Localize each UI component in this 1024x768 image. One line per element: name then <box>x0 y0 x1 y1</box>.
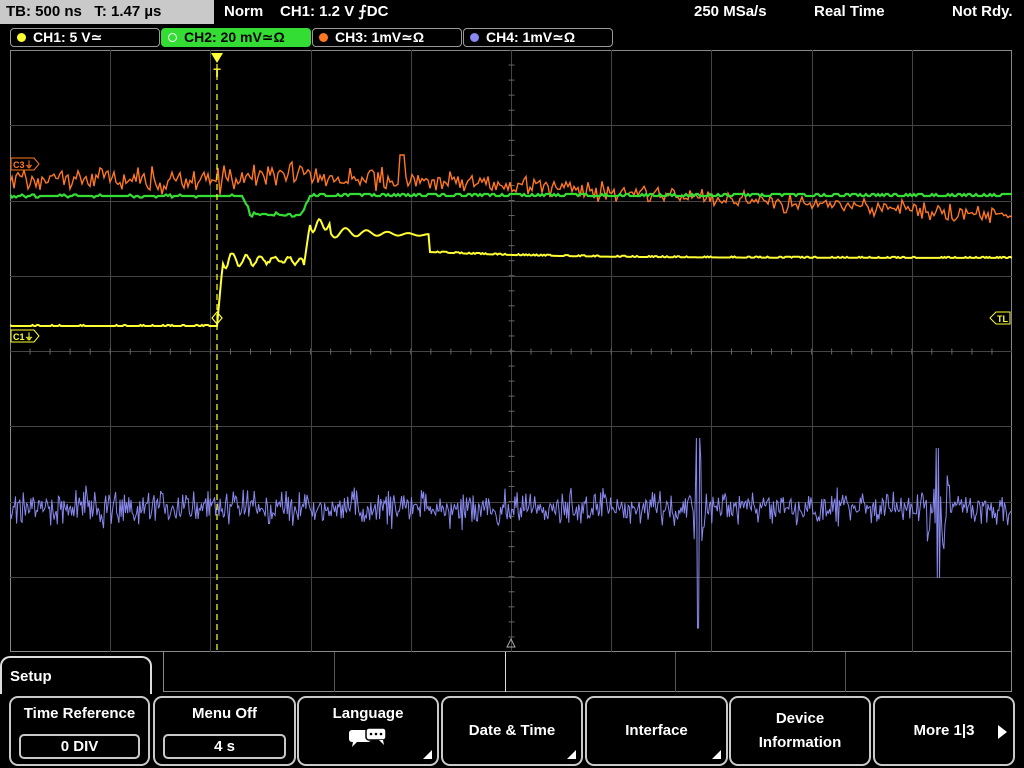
ch4-dot-icon <box>470 33 479 42</box>
channel-tab-label: CH4: 1mV≃Ω <box>486 29 576 45</box>
menu-off-softkey[interactable]: Menu Off 4 s <box>153 696 296 766</box>
strip-center-line <box>505 652 506 692</box>
language-softkey[interactable]: Language <box>297 696 439 766</box>
graticule <box>10 50 1012 652</box>
interface-softkey[interactable]: Interface <box>585 696 728 766</box>
softkey-label: Language <box>332 705 404 722</box>
channel-tab-ch4[interactable]: CH4: 1mV≃Ω <box>463 28 613 47</box>
acquisition-mode: Real Time <box>814 3 885 20</box>
ch4-trace <box>10 437 1012 629</box>
timebase-box[interactable]: TB: 500 ns T: 1.47 µs <box>0 0 214 24</box>
menu-title-tab: Setup <box>0 656 152 694</box>
next-page-icon <box>998 725 1007 739</box>
softkey-label: More 1|3 <box>913 722 975 739</box>
channel-tab-label: CH3: 1mV≃Ω <box>335 29 425 45</box>
softkey-label: Date & Time <box>468 722 556 739</box>
softkey-label: Device Information <box>758 710 842 751</box>
trigger-info[interactable]: CH1: 1.2 V ⨍DC <box>280 0 388 24</box>
svg-text:T: T <box>213 66 221 80</box>
more-softkey[interactable]: More 1|3 <box>873 696 1015 766</box>
time-position-readout: T: 1.47 µs <box>94 3 162 20</box>
date-time-softkey[interactable]: Date & Time <box>441 696 583 766</box>
channel-tab-ch3[interactable]: CH3: 1mV≃Ω <box>312 28 462 47</box>
waveform-display[interactable]: T C3⏚ C1⏚ TL <box>10 50 1012 652</box>
trigger-mode[interactable]: Norm <box>224 0 263 24</box>
ch3-ground-marker[interactable]: C3⏚ <box>10 157 40 171</box>
time-reference-value[interactable]: 0 DIV <box>19 734 140 759</box>
channel-tab-label: CH2: 20 mV≃Ω <box>184 29 285 45</box>
softkey-label: Menu Off <box>192 705 257 722</box>
ch3-dot-icon <box>319 33 328 42</box>
softkey-label: Time Reference <box>23 705 136 722</box>
ch2-dot-icon <box>168 33 177 42</box>
svg-text:TL: TL <box>997 314 1008 324</box>
svg-text:C3⏚: C3⏚ <box>13 160 34 170</box>
time-reference-softkey[interactable]: Time Reference 0 DIV <box>9 696 150 766</box>
ch1-ground-marker[interactable]: C1⏚ <box>10 329 40 343</box>
ch1-dot-icon <box>17 33 26 42</box>
device-information-softkey[interactable]: Device Information <box>729 696 871 766</box>
submenu-indicator-icon <box>423 750 432 759</box>
speech-bubbles-icon <box>349 727 387 747</box>
sample-rate: 250 MSa/s <box>694 3 767 20</box>
submenu-indicator-icon <box>567 750 576 759</box>
channel-tab-ch2[interactable]: CH2: 20 mV≃Ω <box>161 28 311 47</box>
channel-tab-ch1[interactable]: CH1: 5 V≃ <box>10 28 160 47</box>
timebase-readout: TB: 500 ns <box>6 3 82 20</box>
trigger-position-marker[interactable]: T <box>211 53 223 80</box>
strip-tick <box>334 652 335 692</box>
trigger-level-marker[interactable]: TL <box>989 311 1011 325</box>
menu-off-value[interactable]: 4 s <box>163 734 286 759</box>
submenu-indicator-icon <box>712 750 721 759</box>
strip-tick <box>845 652 846 692</box>
trigger-status: Not Rdy. <box>952 3 1013 20</box>
svg-text:C1⏚: C1⏚ <box>13 332 34 342</box>
strip-tick <box>675 652 676 692</box>
channel-tab-label: CH1: 5 V≃ <box>33 29 103 45</box>
scale-strip <box>163 652 1012 692</box>
softkey-label: Interface <box>625 722 688 739</box>
